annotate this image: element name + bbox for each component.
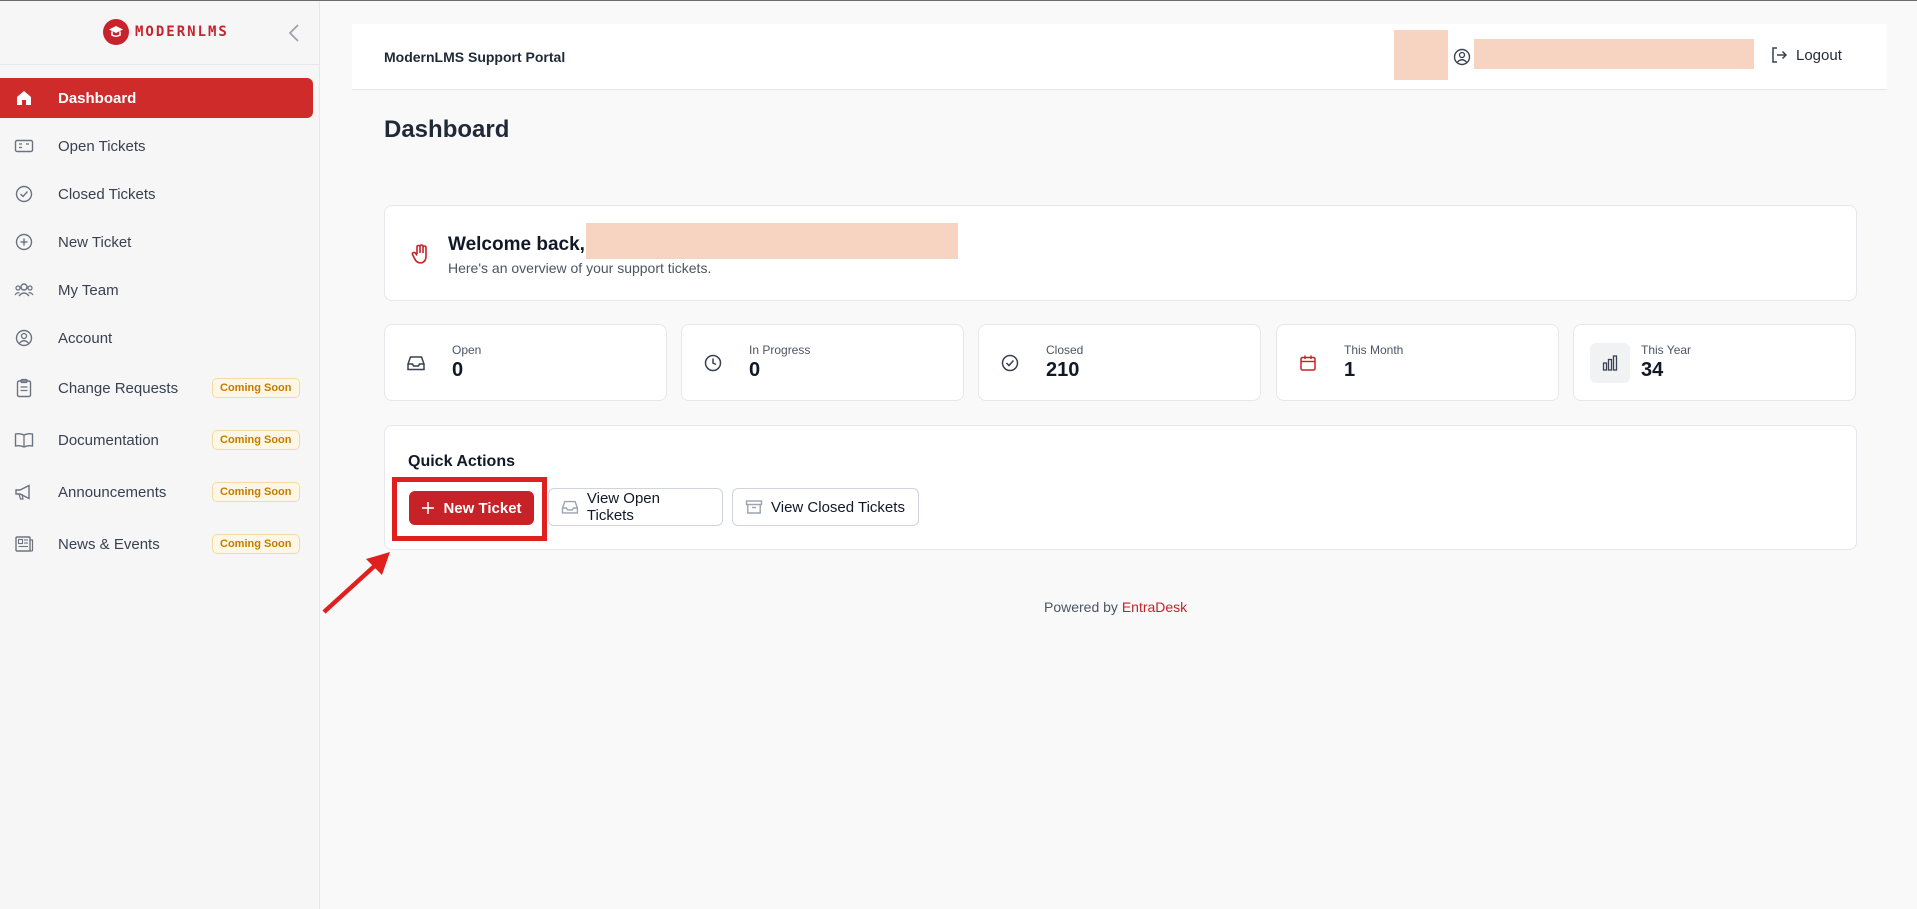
sidebar-item-account[interactable]: Account [0,318,320,358]
annotation-arrow-icon [322,552,390,614]
stat-value: 34 [1641,359,1664,381]
hand-wave-icon [409,242,433,266]
sidebar-item-change-requests[interactable]: Change Requests Coming Soon [0,366,320,410]
ticket-icon [14,136,34,156]
stat-value: 0 [749,359,761,381]
sidebar-item-closed-tickets[interactable]: Closed Tickets [0,174,320,214]
sidebar-item-label: Open Tickets [58,137,146,155]
check-circle-icon [14,184,34,204]
quick-actions-card: Quick Actions New Ticket View Open Ticke… [384,425,1857,550]
stat-value: 210 [1046,359,1080,381]
book-icon [14,430,34,450]
megaphone-icon [14,482,34,502]
sidebar-item-my-team[interactable]: My Team [0,270,320,310]
logo-row: MODERNLMS [0,1,319,65]
view-open-tickets-label: View Open Tickets [586,490,660,524]
graduation-cap-icon [103,19,129,45]
sidebar-item-label: My Team [58,281,119,299]
sidebar-item-label: Closed Tickets [58,185,156,203]
top-header: ModernLMS Support Portal Logout [352,24,1887,90]
sidebar-item-announcements[interactable]: Announcements Coming Soon [0,470,320,514]
collapse-sidebar-chevron-icon[interactable] [285,21,305,45]
sidebar-item-label: News & Events [58,535,160,553]
redacted-user-name [586,223,958,259]
welcome-card: Welcome back, Here's an overview of your… [384,205,1857,301]
stat-value: 1 [1344,359,1356,381]
stat-card-in-progress[interactable]: In Progress 0 [681,324,964,401]
home-icon [14,88,34,108]
sidebar-item-new-ticket[interactable]: New Ticket [0,222,320,262]
clock-icon [702,352,724,374]
inbox-icon [561,500,579,514]
inbox-icon [405,352,427,374]
stat-card-this-month[interactable]: This Month 1 [1276,324,1559,401]
coming-soon-badge: Coming Soon [212,430,300,450]
coming-soon-badge: Coming Soon [212,378,300,398]
bar-chart-icon [1590,343,1630,383]
archive-icon [745,500,763,514]
view-open-tickets-button[interactable]: View Open Tickets [548,488,723,526]
footer: Powered by EntraDesk [1044,599,1187,615]
team-icon [14,280,34,300]
sidebar-item-label: Account [58,329,113,347]
stat-label: This Month [1344,343,1404,357]
logout-label: Logout [1796,46,1842,64]
check-circle-icon [999,352,1021,374]
welcome-greeting: Welcome back, [448,234,585,255]
user-circle-icon[interactable] [1452,47,1472,67]
stat-card-closed[interactable]: Closed 210 [978,324,1261,401]
sidebar-nav: Dashboard Open Tickets Closed Tickets Ne… [0,78,320,574]
sidebar-item-label: New Ticket [58,233,132,251]
welcome-subtitle: Here's an overview of your support ticke… [448,260,712,276]
view-closed-tickets-button[interactable]: View Closed Tickets [732,488,919,526]
calendar-icon [1297,352,1319,374]
stat-label: Closed [1046,343,1084,357]
logout-button[interactable]: Logout [1770,46,1842,64]
sidebar-item-label: Change Requests [58,379,179,397]
sidebar: MODERNLMS Dashboard Open Tickets Closed … [0,1,320,909]
stat-card-open[interactable]: Open 0 [384,324,667,401]
annotation-highlight-box [392,477,547,541]
coming-soon-badge: Coming Soon [212,482,300,502]
portal-title: ModernLMS Support Portal [384,49,566,65]
page-title: Dashboard [384,116,510,143]
sidebar-item-open-tickets[interactable]: Open Tickets [0,126,320,166]
redacted-username [1474,39,1754,69]
sidebar-item-label: Documentation [58,431,159,449]
sidebar-item-documentation[interactable]: Documentation Coming Soon [0,418,320,462]
clipboard-icon [14,378,34,398]
logout-icon [1772,47,1788,63]
quick-actions-title: Quick Actions [408,453,515,470]
powered-by-text: Powered by [1044,599,1118,615]
coming-soon-badge: Coming Soon [212,534,300,554]
newspaper-icon [14,534,34,554]
sidebar-item-news-events[interactable]: News & Events Coming Soon [0,522,320,566]
stat-label: Open [452,343,482,357]
logo[interactable]: MODERNLMS [103,19,229,45]
sidebar-item-label: Dashboard [58,89,137,107]
stat-label: This Year [1641,343,1692,357]
sidebar-item-label: Announcements [58,483,167,501]
redacted-avatar [1394,30,1448,80]
logo-text: MODERNLMS [135,24,229,40]
stat-card-this-year[interactable]: This Year 34 [1573,324,1856,401]
plus-circle-icon [14,232,34,252]
stat-value: 0 [452,359,464,381]
user-circle-icon [14,328,34,348]
view-closed-tickets-label: View Closed Tickets [771,498,905,516]
sidebar-item-dashboard[interactable]: Dashboard [0,78,313,118]
footer-brand-link[interactable]: EntraDesk [1122,599,1187,615]
stat-label: In Progress [749,343,811,357]
